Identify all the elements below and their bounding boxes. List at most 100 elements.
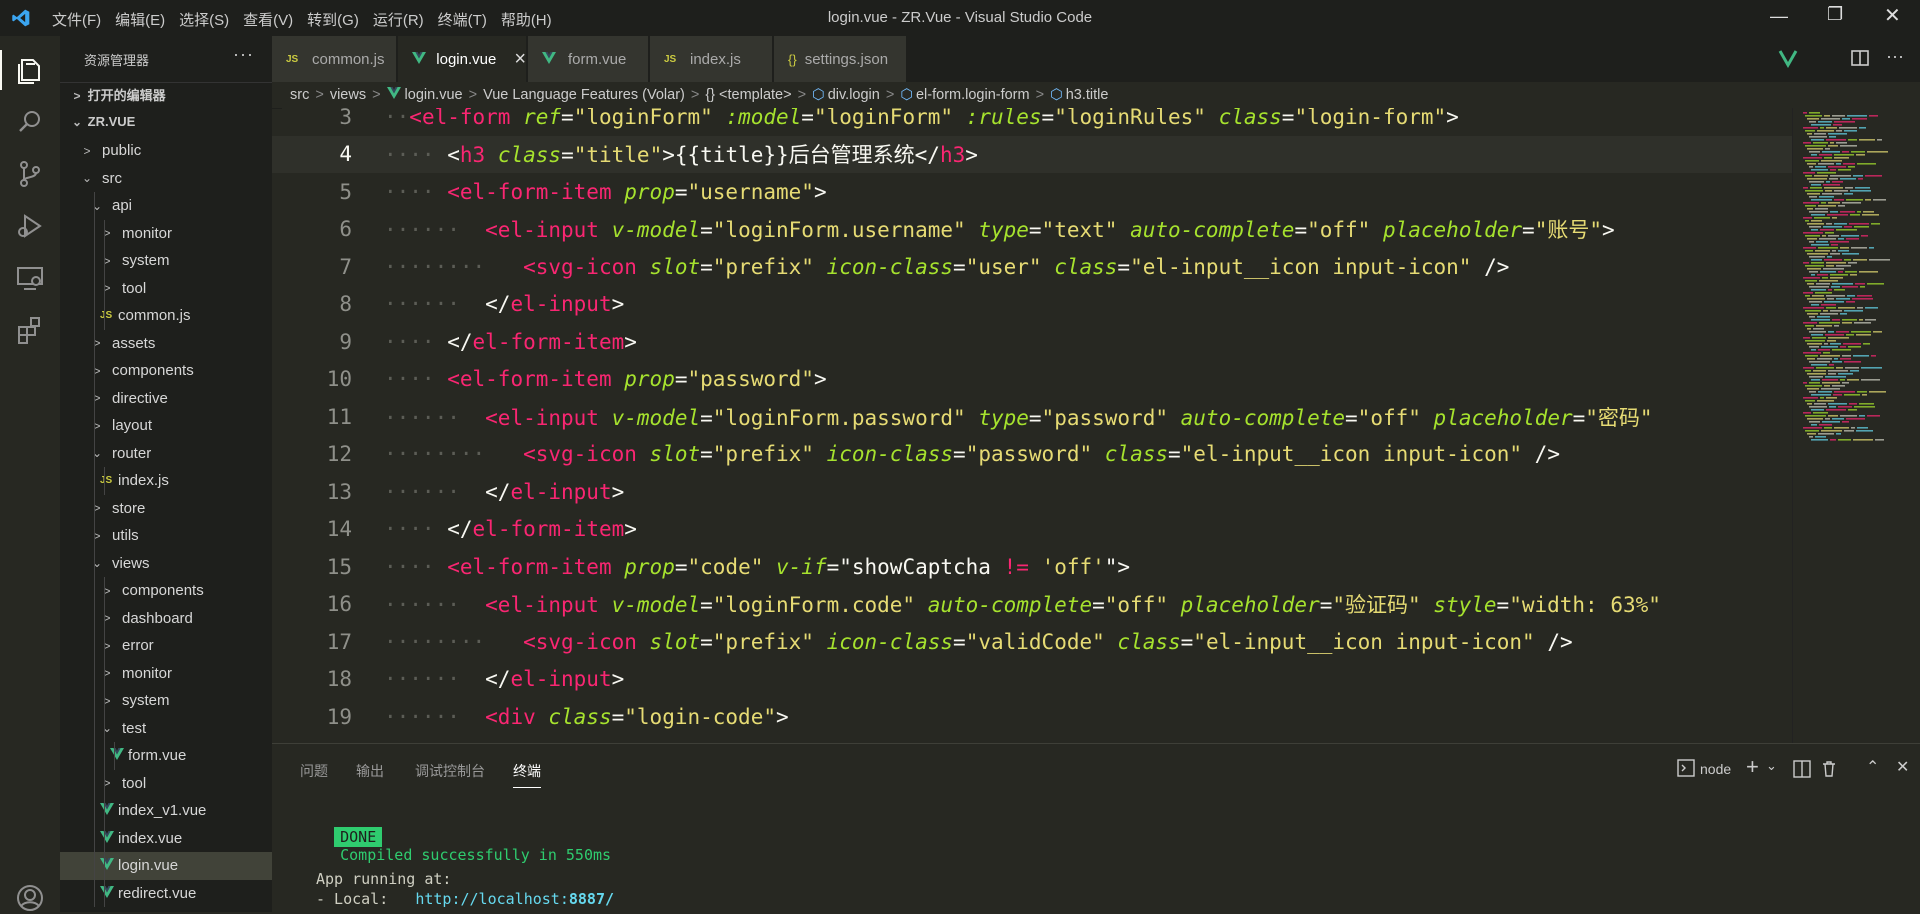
chevron-down-icon[interactable]: ⌄ [1766, 758, 1777, 774]
tree-folder[interactable]: > system [60, 687, 272, 715]
menu-item[interactable]: 转到(G) [307, 9, 359, 30]
tree-folder[interactable]: ⌄ router [60, 439, 272, 467]
menu-item[interactable]: 帮助(H) [501, 9, 552, 30]
split-editor-icon[interactable] [1850, 48, 1870, 68]
accounts-icon[interactable] [14, 882, 46, 914]
breadcrumb-item[interactable]: div.login [828, 87, 880, 103]
tree-folder[interactable]: > store [60, 494, 272, 522]
minimap-line [1861, 235, 1868, 237]
breadcrumb-item[interactable]: h3.title [1066, 87, 1109, 103]
menu-item[interactable]: 终端(T) [438, 9, 487, 30]
indent-guides: ······ [384, 479, 460, 504]
tree-folder[interactable]: ⌄ api [60, 192, 272, 220]
tree-file[interactable]: index_v1.vue [60, 797, 272, 825]
minimap-line [1836, 331, 1849, 333]
tree-folder[interactable]: > error [60, 632, 272, 660]
tree-folder[interactable]: > utils [60, 522, 272, 550]
panel-tab-3[interactable]: 终端 [513, 761, 541, 788]
tree-folder[interactable]: ⌄ test [60, 714, 272, 742]
tab-common-js[interactable]: JS common.js [272, 36, 396, 82]
tree-folder[interactable]: > dashboard [60, 604, 272, 632]
minimap-line [1829, 136, 1836, 138]
local-url-port[interactable]: 8887/ [569, 890, 614, 908]
close-tab-icon[interactable]: × [514, 48, 526, 71]
tree-folder[interactable]: > assets [60, 329, 272, 357]
panel-tab-0[interactable]: 问题 [300, 761, 328, 781]
minimap-line [1809, 181, 1824, 183]
tree-folder[interactable]: > monitor [60, 659, 272, 687]
new-terminal-icon[interactable]: + [1746, 754, 1759, 780]
tab-index-js[interactable]: JS index.js [650, 36, 772, 82]
restore-icon[interactable]: ❐ [1827, 4, 1843, 25]
tree-file[interactable]: login.vue [60, 852, 272, 880]
run-debug-icon[interactable] [14, 210, 46, 242]
line-number: 15 [326, 554, 352, 579]
menu-item[interactable]: 文件(F) [52, 9, 101, 30]
menu-item[interactable]: 查看(V) [243, 9, 293, 30]
explorer-icon[interactable] [14, 54, 46, 86]
breadcrumb-item[interactable]: src [290, 87, 309, 103]
minimap-line [1812, 295, 1824, 297]
minimap-line [1826, 127, 1837, 129]
split-terminal-icon[interactable] [1793, 760, 1811, 778]
close-panel-icon[interactable]: ✕ [1896, 757, 1909, 777]
open-editors-section[interactable]: > 打开的编辑器 [60, 82, 282, 109]
tree-folder[interactable]: > tool [60, 274, 272, 302]
menu-item[interactable]: 选择(S) [179, 9, 229, 30]
tree-folder[interactable]: > public [60, 137, 272, 165]
token: > [813, 179, 827, 204]
tab-login-vue[interactable]: login.vue × [398, 36, 526, 82]
tree-folder[interactable]: > directive [60, 384, 272, 412]
maximize-panel-icon[interactable]: ⌃ [1866, 757, 1879, 777]
minimap-line [1805, 310, 1821, 312]
tree-folder[interactable]: > components [60, 357, 272, 385]
indent-guides: ······ [384, 593, 460, 618]
panel-tab-2[interactable]: 调试控制台 [415, 761, 485, 781]
tree-folder[interactable]: > monitor [60, 219, 272, 247]
minimap[interactable] [1792, 108, 1920, 743]
tree-folder[interactable]: > system [60, 247, 272, 275]
tab-form-vue[interactable]: form.vue [528, 36, 648, 82]
tree-folder[interactable]: ⌄ src [60, 165, 272, 193]
breadcrumb-item[interactable]: Vue Language Features (Volar) [483, 87, 685, 103]
code-editor[interactable]: 3 ··<el-form ref="loginForm" :model="logi… [272, 108, 1792, 743]
tree-file[interactable]: JS common.js [60, 302, 272, 330]
minimap-line [1869, 115, 1878, 117]
terminal-name[interactable]: node [1700, 761, 1731, 777]
source-control-icon[interactable] [14, 158, 46, 190]
tree-file[interactable]: index.vue [60, 824, 272, 852]
close-window-icon[interactable]: ✕ [1884, 3, 1901, 28]
local-url-host[interactable]: http://localhost: [415, 890, 569, 908]
vue-split-icon[interactable] [1778, 48, 1798, 69]
tree-folder[interactable]: ⌄ views [60, 549, 272, 577]
breadcrumb-item[interactable]: <template> [719, 87, 792, 103]
breadcrumb-item[interactable]: login.vue [405, 87, 463, 103]
tree-label: store [112, 499, 146, 517]
menu-item[interactable]: 运行(R) [373, 9, 424, 30]
tree-folder[interactable]: > components [60, 577, 272, 605]
trash-icon[interactable] [1820, 760, 1838, 778]
tree-file[interactable]: redirect.vue [60, 879, 272, 907]
search-icon[interactable] [14, 106, 46, 138]
chevron-right-icon: > [93, 418, 101, 433]
minimap-line [1834, 121, 1855, 123]
panel-tab-1[interactable]: 输出 [356, 761, 384, 781]
tree-file[interactable]: JS index.js [60, 467, 272, 495]
breadcrumb-item[interactable]: views [330, 87, 366, 103]
tab-settings-json[interactable]: {} settings.json [774, 36, 906, 82]
more-actions-icon[interactable]: ··· [233, 44, 254, 65]
minimap-line [1828, 403, 1847, 405]
project-section[interactable]: ⌄ ZR.VUE [60, 109, 282, 135]
minimize-icon[interactable]: — [1770, 6, 1788, 27]
minimap-line [1823, 226, 1842, 228]
line-number: 7 [339, 254, 352, 279]
breadcrumb-item[interactable]: el-form.login-form [916, 87, 1030, 103]
extensions-icon[interactable] [14, 314, 46, 346]
tree-file[interactable]: form.vue [60, 742, 272, 770]
tree-folder[interactable]: > layout [60, 412, 272, 440]
remote-explorer-icon[interactable] [14, 262, 46, 294]
tree-folder[interactable]: > tool [60, 769, 272, 797]
more-tab-actions-icon[interactable]: ··· [1886, 46, 1904, 67]
menu-item[interactable]: 编辑(E) [115, 9, 165, 30]
